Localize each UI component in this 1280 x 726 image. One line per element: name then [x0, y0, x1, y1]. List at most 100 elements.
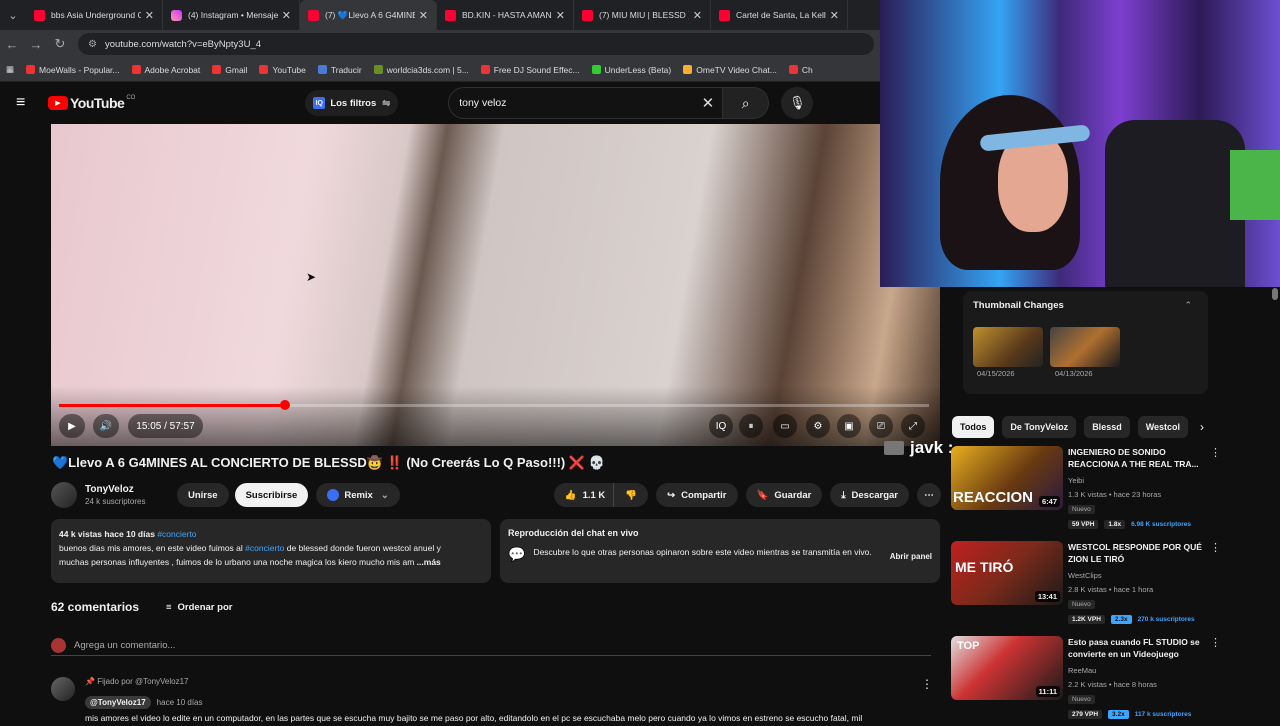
browser-tab[interactable]: BD.KIN - HASTA AMANEC ✕: [437, 0, 574, 30]
voice-search-button[interactable]: 🎙: [781, 87, 814, 119]
bookmark-item[interactable]: Traducir: [317, 65, 362, 75]
extension-iq-button[interactable]: IQ: [709, 414, 733, 438]
channel-avatar[interactable]: [51, 482, 77, 508]
related-video[interactable]: ME TIRÓ 13:41 WESTCOL RESPONDE POR QUÉ Z…: [951, 541, 1271, 631]
save-button[interactable]: 🔖 Guardar: [745, 483, 823, 507]
filters-button[interactable]: IQ Los filtros ⇋: [305, 90, 399, 116]
description-box[interactable]: 44 k vistas hace 10 días #concierto buen…: [51, 519, 491, 583]
video-thumbnail[interactable]: TOP 11:11: [951, 636, 1063, 700]
progress-bar[interactable]: [59, 400, 929, 410]
add-comment-field[interactable]: Agrega un comentario...: [51, 636, 931, 656]
video-title[interactable]: WESTCOL RESPONDE POR QUÉ ZION LE TIRÓ: [1068, 541, 1208, 565]
bookmark-item[interactable]: worldcia3ds.com | 5...: [373, 65, 469, 75]
more-actions-button[interactable]: ⋯: [917, 483, 941, 507]
video-channel[interactable]: Yeibi: [1068, 476, 1084, 485]
youtube-favicon-icon: [582, 9, 593, 21]
tab-label: bbs Asia Underground Cy: [51, 10, 141, 20]
close-icon[interactable]: ✕: [693, 9, 702, 22]
youtube-logo[interactable]: ▶ YouTube CO: [48, 95, 135, 111]
search-button[interactable]: ⌕: [723, 87, 770, 119]
chip-channel[interactable]: De TonyVeloz: [1002, 416, 1077, 438]
bookmark-item[interactable]: Ch: [788, 65, 813, 75]
video-thumbnail[interactable]: ME TIRÓ 13:41: [951, 541, 1063, 605]
video-channel[interactable]: WestClips: [1068, 571, 1102, 580]
clear-search-icon[interactable]: ✕: [702, 94, 715, 112]
share-button[interactable]: ↪ Compartir: [656, 483, 738, 507]
youtube-favicon-icon: [34, 9, 45, 21]
close-icon[interactable]: ✕: [282, 9, 291, 22]
comment-age: hace 10 días: [156, 698, 203, 707]
subtitles-button[interactable]: ▭: [773, 414, 797, 438]
video-menu-icon[interactable]: ⋮: [1210, 636, 1221, 649]
bookmark-item[interactable]: Gmail: [212, 65, 247, 75]
chip-blessd[interactable]: Blessd: [1084, 416, 1130, 438]
close-icon[interactable]: ✕: [556, 9, 565, 22]
fullscreen-button[interactable]: ⤢: [901, 414, 925, 438]
thumbnail-version[interactable]: [1050, 327, 1120, 367]
chip-westcol[interactable]: Westcol: [1137, 416, 1189, 438]
video-stats: 279 VPH 3.2x 117 k suscriptores: [1068, 710, 1191, 719]
chevron-right-icon[interactable]: ›: [1200, 420, 1204, 434]
commenter-avatar[interactable]: [51, 677, 75, 701]
play-button[interactable]: ▶: [59, 414, 85, 438]
menu-icon[interactable]: ≡: [16, 94, 36, 112]
close-icon[interactable]: ✕: [830, 9, 839, 22]
related-video[interactable]: TOP 11:11 Esto pasa cuando FL STUDIO se …: [951, 636, 1271, 726]
back-icon[interactable]: ←: [0, 37, 24, 52]
download-button[interactable]: ⤓ Descargar: [830, 483, 909, 507]
open-panel-button[interactable]: Abrir panel: [890, 550, 932, 563]
chip-all[interactable]: Todos: [952, 416, 995, 438]
video-menu-icon[interactable]: ⋮: [1210, 446, 1221, 459]
sort-button[interactable]: ≡ Ordenar por: [166, 602, 232, 613]
thumbnail-version[interactable]: [973, 327, 1043, 367]
bookmark-item[interactable]: MoeWalls - Popular...: [26, 65, 120, 75]
comment-text: mis amores el video lo edite en un compu…: [85, 713, 863, 723]
video-title[interactable]: INGENIERO DE SONIDO REACCIONA A THE REAL…: [1068, 446, 1208, 470]
inline-hashtag-link[interactable]: #concierto: [245, 543, 284, 553]
bookmark-item[interactable]: YouTube: [259, 65, 306, 75]
video-title[interactable]: Esto pasa cuando FL STUDIO se convierte …: [1068, 636, 1208, 660]
close-icon[interactable]: ✕: [419, 9, 428, 22]
bookmark-item[interactable]: Free DJ Sound Effec...: [480, 65, 580, 75]
browser-tab[interactable]: bbs Asia Underground Cy ✕: [26, 0, 163, 30]
comment-author[interactable]: @TonyVeloz17: [85, 696, 151, 709]
autoplay-toggle[interactable]: ⏸: [739, 414, 763, 438]
bookmark-item[interactable]: Adobe Acrobat: [131, 64, 201, 75]
show-more-link[interactable]: ...más: [417, 557, 441, 567]
bookmark-item[interactable]: UnderLess (Beta): [591, 65, 671, 75]
channel-name[interactable]: TonyVeloz: [85, 484, 177, 495]
scrollbar-thumb[interactable]: [1272, 288, 1278, 300]
join-button[interactable]: Unirse: [177, 483, 229, 507]
video-thumbnail[interactable]: REACCION 6:47: [951, 446, 1063, 510]
bookmark-label: Adobe Acrobat: [144, 64, 201, 75]
chevron-up-icon[interactable]: ⌃: [1184, 300, 1192, 311]
site-info-icon[interactable]: ⚙: [88, 39, 97, 50]
video-channel[interactable]: ReeMau: [1068, 666, 1096, 675]
close-icon[interactable]: ✕: [145, 9, 154, 22]
apps-icon[interactable]: ▦: [6, 64, 14, 75]
browser-tab-active[interactable]: (7) 💙Llevo A 6 G4MINES ✕: [300, 0, 437, 30]
miniplayer-button[interactable]: ▣: [837, 414, 861, 438]
volume-button[interactable]: 🔊: [93, 414, 119, 438]
video-player[interactable]: ➤ ▶ 🔊 15:05 / 57:57 IQ ⏸ ▭ ⚙ ▣ ⎚ ⤢: [51, 124, 940, 446]
browser-tab[interactable]: (4) Instagram • Mensajes ✕: [163, 0, 300, 30]
remix-button[interactable]: Remix ⌄: [316, 483, 400, 507]
reload-icon[interactable]: ↻: [48, 36, 72, 52]
tab-search-icon[interactable]: ⌄: [0, 0, 26, 30]
thumbnail-changes-panel: Thumbnail Changes ⌃ 04/15/2026 04/13/202…: [963, 291, 1208, 394]
bookmark-item[interactable]: OmeTV Video Chat...: [683, 65, 777, 75]
subscribe-button[interactable]: Suscribirse: [234, 483, 309, 507]
search-input[interactable]: tony veloz ✕: [448, 87, 724, 119]
related-video[interactable]: REACCION 6:47 INGENIERO DE SONIDO REACCI…: [951, 446, 1271, 536]
settings-button[interactable]: ⚙: [806, 414, 830, 438]
browser-tab[interactable]: Cartel de Santa, La Kelly - ✕: [711, 0, 848, 30]
forward-icon[interactable]: →: [24, 37, 48, 52]
url-field[interactable]: ⚙ youtube.com/watch?v=eByNpty3U_4: [78, 33, 874, 55]
comment-menu-icon[interactable]: ⋮: [921, 677, 933, 691]
cast-button[interactable]: ⎚: [869, 414, 893, 438]
video-menu-icon[interactable]: ⋮: [1210, 541, 1221, 554]
like-button[interactable]: 👍 1.1 K: [553, 483, 614, 507]
browser-tab[interactable]: (7) MIU MIU | BLESSD ❌ ✕: [574, 0, 711, 30]
hashtag-link[interactable]: #concierto: [157, 529, 196, 539]
dislike-button[interactable]: 👎: [613, 483, 649, 507]
